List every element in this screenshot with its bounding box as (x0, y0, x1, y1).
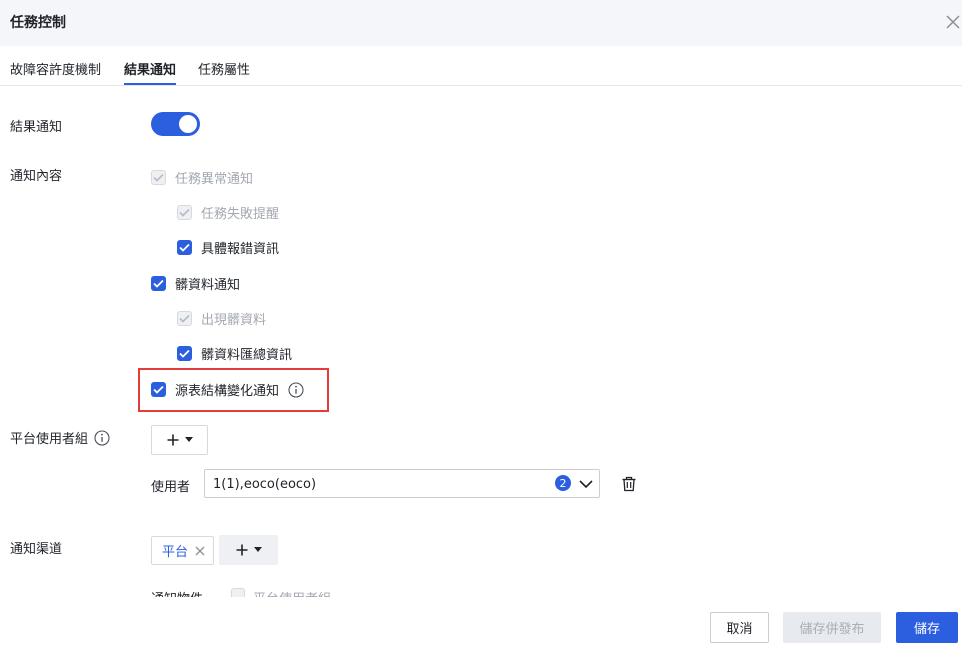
platform-user-group-label: 平台使用者組 (10, 432, 89, 447)
chevron-down-icon (579, 480, 593, 489)
checkbox-icon (151, 382, 166, 397)
checkbox-icon (231, 588, 245, 597)
user-count-badge: 2 (555, 475, 571, 491)
trash-icon[interactable] (621, 476, 637, 492)
checkbox-task-exception[interactable]: 任務異常通知 (151, 168, 253, 187)
active-tab-indicator (124, 83, 176, 85)
plus-icon (236, 544, 247, 556)
checkbox-label: 源表結構變化通知 (175, 384, 280, 399)
notify-content-label: 通知內容 (10, 169, 63, 184)
dialog-header: 任務控制 (0, 0, 962, 46)
plus-icon (167, 434, 178, 446)
tab-result-notify[interactable]: 結果通知 (124, 59, 176, 78)
result-notify-label: 結果通知 (10, 120, 63, 135)
user-select[interactable]: 1(1),eoco(eoco) 2 (204, 469, 600, 498)
chip-label: 平台 (162, 545, 189, 560)
checkbox-label: 出現髒資料 (201, 313, 267, 328)
result-notify-toggle[interactable] (151, 112, 200, 136)
add-user-group-button[interactable] (151, 425, 208, 455)
user-select-value: 1(1),eoco(eoco) (213, 477, 317, 492)
caret-down-icon (253, 547, 262, 552)
checkbox-error-details[interactable]: 具體報錯資訊 (177, 238, 279, 257)
user-label: 使用者 (151, 480, 191, 495)
tab-bar: 故障容許度機制 結果通知 任務屬性 (0, 46, 962, 86)
checkbox-label: 任務異常通知 (175, 172, 254, 187)
checkbox-icon (151, 276, 166, 291)
checkbox-label: 平台使用者組 (253, 588, 331, 597)
checkbox-dirty-data[interactable]: 髒資料通知 (151, 274, 240, 293)
tab-task-properties[interactable]: 任務屬性 (198, 59, 250, 78)
tab-fault-tolerance[interactable]: 故障容許度機制 (10, 59, 101, 78)
notify-target-label: 通知物件 (151, 588, 203, 597)
save-and-publish-button[interactable]: 儲存併發布 (783, 612, 881, 643)
checkbox-dirty-data-summary[interactable]: 髒資料匯總資訊 (177, 344, 292, 363)
save-button[interactable]: 儲存 (896, 612, 958, 643)
checkbox-task-failure[interactable]: 任務失敗提醒 (177, 203, 279, 222)
cancel-button[interactable]: 取消 (710, 612, 769, 643)
dialog-title: 任務控制 (10, 15, 66, 31)
info-icon[interactable] (94, 429, 110, 446)
checkbox-label: 任務失敗提醒 (201, 207, 280, 222)
close-icon[interactable] (943, 12, 962, 32)
checkbox-source-schema-change[interactable]: 源表結構變化通知 (151, 380, 304, 399)
info-icon[interactable] (288, 381, 304, 398)
checkbox-icon (177, 311, 192, 326)
caret-down-icon (184, 437, 193, 442)
platform-user-group-row: 平台使用者組 (10, 428, 110, 447)
checkbox-icon (151, 170, 166, 185)
checkbox-dirty-data-appears[interactable]: 出現髒資料 (177, 309, 266, 328)
checkbox-icon (177, 240, 192, 255)
notify-target-option[interactable]: 平台使用者組 (231, 588, 331, 597)
checkbox-icon (177, 205, 192, 220)
checkbox-label: 髒資料匯總資訊 (201, 348, 293, 363)
checkbox-label: 具體報錯資訊 (201, 242, 280, 257)
add-channel-button[interactable] (219, 535, 278, 565)
checkbox-icon (177, 346, 192, 361)
notify-channel-label: 通知渠道 (10, 542, 63, 557)
checkbox-label: 髒資料通知 (175, 278, 241, 293)
dialog-footer: 取消 儲存併發布 儲存 (0, 598, 962, 647)
channel-chip-platform: 平台 (151, 536, 214, 565)
toggle-knob (179, 115, 197, 133)
close-icon[interactable] (195, 546, 205, 556)
